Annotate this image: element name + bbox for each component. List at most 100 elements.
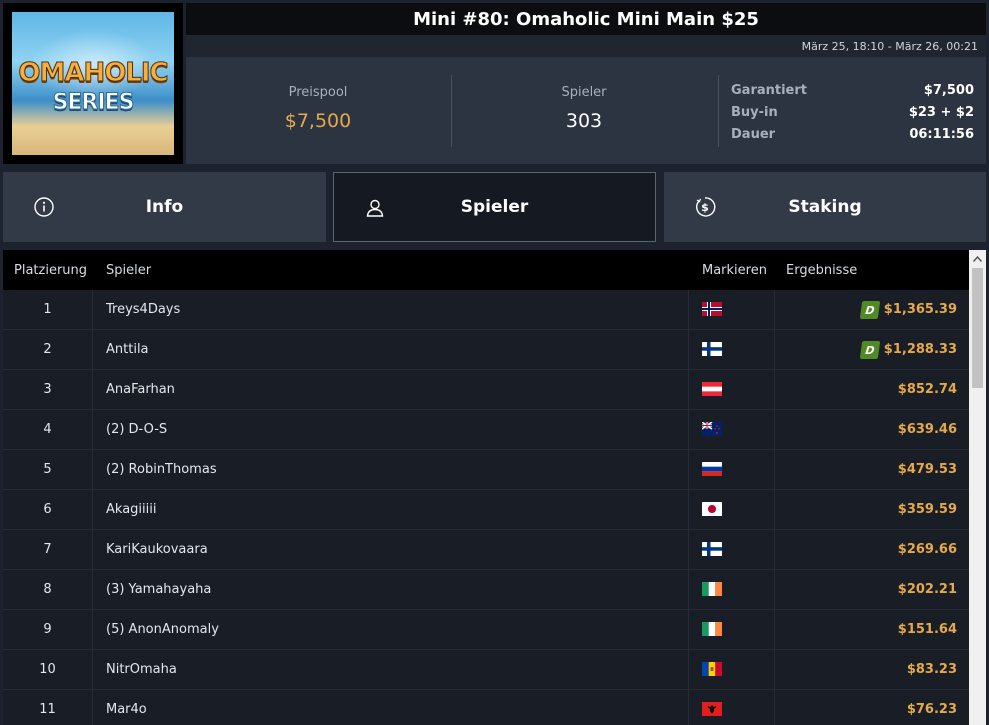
rank-cell: 2	[3, 330, 93, 369]
result-cell: $639.46	[775, 410, 969, 449]
player-name-cell[interactable]: Mar4o	[93, 690, 689, 725]
result-cell: $76.23	[775, 690, 969, 725]
country-flag-icon	[689, 450, 775, 489]
series-logo: OMAHOLIC SERIES	[3, 3, 183, 164]
result-cell: $479.53	[775, 450, 969, 489]
detail-value: 06:11:56	[909, 127, 974, 142]
table-row[interactable]: 11 Mar4o $76.23	[3, 690, 969, 725]
prize-pool-label: Preispool	[288, 85, 348, 100]
result-amount: $852.74	[897, 382, 957, 397]
player-name-cell[interactable]: NitrOmaha	[93, 650, 689, 689]
result-cell: D $1,365.39	[775, 290, 969, 329]
country-flag-icon	[689, 530, 775, 569]
table-body: 1 Treys4Days D $1,365.39 2 Anttila D $1,288.33 3…	[3, 290, 969, 725]
table-row[interactable]: 6 Akagiiiii $359.59	[3, 490, 969, 530]
logo-text-series: SERIES	[52, 90, 135, 116]
detail-label: Buy-in	[731, 105, 778, 120]
rank-cell: 9	[3, 610, 93, 649]
table-row[interactable]: 10 NitrOmaha $83.23	[3, 650, 969, 690]
badge-icon: D	[859, 300, 881, 319]
player-name-cell[interactable]: (2) RobinThomas	[93, 450, 689, 489]
user-icon	[366, 199, 384, 217]
table-row[interactable]: 5 (2) RobinThomas $479.53	[3, 450, 969, 490]
country-flag-icon	[689, 330, 775, 369]
tab-info[interactable]: Info	[3, 172, 326, 242]
column-header-player[interactable]: Spieler	[93, 263, 689, 278]
result-amount: $1,288.33	[883, 342, 957, 357]
tab-label: Staking	[788, 197, 862, 217]
result-amount: $639.46	[897, 422, 957, 437]
tournament-title: Mini #80: Omaholic Mini Main $25	[186, 3, 986, 35]
rank-cell: 5	[3, 450, 93, 489]
result-amount: $76.23	[906, 702, 957, 717]
country-flag-icon	[689, 650, 775, 689]
result-amount: $479.53	[897, 462, 957, 477]
player-name-cell[interactable]: Akagiiiii	[93, 490, 689, 529]
tab-staking[interactable]: $ Staking	[664, 172, 986, 242]
result-amount: $269.66	[897, 542, 957, 557]
detail-value: $7,500	[923, 83, 974, 98]
detail-buy-in: Buy-in $23 + $2	[731, 102, 974, 124]
detail-label: Dauer	[731, 127, 776, 142]
result-cell: $269.66	[775, 530, 969, 569]
player-name-cell[interactable]: (3) Yamahayaha	[93, 570, 689, 609]
result-cell: D $1,288.33	[775, 330, 969, 369]
logo-text-omaholic: OMAHOLIC	[18, 58, 169, 89]
country-flag-icon	[689, 290, 775, 329]
rank-cell: 11	[3, 690, 93, 725]
result-amount: $151.64	[897, 622, 957, 637]
players-stat: Spieler 303	[451, 75, 716, 147]
table-row[interactable]: 1 Treys4Days D $1,365.39	[3, 290, 969, 330]
rank-cell: 7	[3, 530, 93, 569]
tournament-details: Garantiert $7,500 Buy-in $23 + $2 Dauer …	[718, 75, 974, 147]
player-name-cell[interactable]: (5) AnonAnomaly	[93, 610, 689, 649]
rank-cell: 8	[3, 570, 93, 609]
table-row[interactable]: 9 (5) AnonAnomaly $151.64	[3, 610, 969, 650]
result-cell: $151.64	[775, 610, 969, 649]
player-name-cell[interactable]: Treys4Days	[93, 290, 689, 329]
rank-cell: 3	[3, 370, 93, 409]
result-amount: $359.59	[897, 502, 957, 517]
result-cell: $202.21	[775, 570, 969, 609]
prize-pool-stat: Preispool $7,500	[186, 75, 450, 147]
tab-players[interactable]: Spieler	[333, 172, 656, 242]
column-header-result[interactable]: Ergebnisse	[775, 263, 969, 278]
player-name-cell[interactable]: KariKaukovaara	[93, 530, 689, 569]
result-amount: $202.21	[897, 582, 957, 597]
tournament-date-range: März 25, 18:10 - März 26, 00:21	[186, 35, 986, 57]
detail-label: Garantiert	[731, 83, 807, 98]
result-cell: $359.59	[775, 490, 969, 529]
players-label: Spieler	[561, 85, 607, 100]
rank-cell: 10	[3, 650, 93, 689]
detail-guaranteed: Garantiert $7,500	[731, 80, 974, 102]
table-row[interactable]: 3 AnaFarhan $852.74	[3, 370, 969, 410]
detail-value: $23 + $2	[908, 105, 974, 120]
player-name-cell[interactable]: (2) D-O-S	[93, 410, 689, 449]
column-header-rank[interactable]: Platzierung	[3, 263, 93, 278]
badge-icon: D	[859, 340, 881, 359]
rank-cell: 6	[3, 490, 93, 529]
country-flag-icon	[689, 570, 775, 609]
table-row[interactable]: 8 (3) Yamahayaha $202.21	[3, 570, 969, 610]
column-header-flag[interactable]: Markieren	[689, 263, 775, 278]
country-flag-icon	[689, 610, 775, 649]
rank-cell: 1	[3, 290, 93, 329]
table-scrollbar[interactable]	[969, 250, 986, 725]
player-name-cell[interactable]: AnaFarhan	[93, 370, 689, 409]
table-row[interactable]: 4 (2) D-O-S $639.46	[3, 410, 969, 450]
tournament-stats: Preispool $7,500 Spieler 303 Garantiert …	[186, 57, 986, 164]
player-name-cell[interactable]: Anttila	[93, 330, 689, 369]
scroll-thumb[interactable]	[972, 268, 983, 388]
country-flag-icon	[689, 490, 775, 529]
dollar-cycle-icon: $	[696, 197, 716, 217]
country-flag-icon	[689, 370, 775, 409]
table-row[interactable]: 7 KariKaukovaara $269.66	[3, 530, 969, 570]
rank-cell: 4	[3, 410, 93, 449]
prize-pool-value: $7,500	[284, 110, 352, 132]
scroll-up-arrow-icon[interactable]	[969, 250, 986, 267]
result-cell: $83.23	[775, 650, 969, 689]
table-row[interactable]: 2 Anttila D $1,288.33	[3, 330, 969, 370]
country-flag-icon	[689, 690, 775, 725]
result-cell: $852.74	[775, 370, 969, 409]
result-amount: $1,365.39	[883, 302, 957, 317]
